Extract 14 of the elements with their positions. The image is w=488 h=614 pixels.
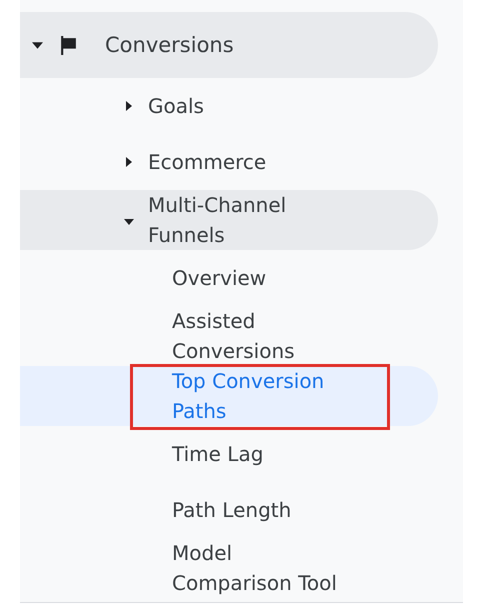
caret-icon <box>126 157 132 167</box>
nav-item[interactable]: Time Lag <box>20 426 438 482</box>
flag-icon <box>60 36 77 54</box>
nav-item[interactable]: Ecommerce <box>20 134 438 190</box>
nav-item[interactable]: Overview <box>20 250 438 306</box>
nav-item[interactable]: Goals <box>20 78 438 134</box>
nav-item[interactable]: Assisted Conversions <box>20 306 438 366</box>
caret-icon <box>124 219 134 225</box>
nav-item[interactable]: Path Length <box>20 482 438 538</box>
nav-item[interactable]: Multi-Channel Funnels <box>20 190 438 250</box>
nav-item[interactable]: Model Comparison Tool <box>20 538 438 598</box>
caret-icon <box>126 101 132 111</box>
nav-item[interactable]: Conversions <box>20 12 438 78</box>
caret-icon <box>32 42 43 48</box>
